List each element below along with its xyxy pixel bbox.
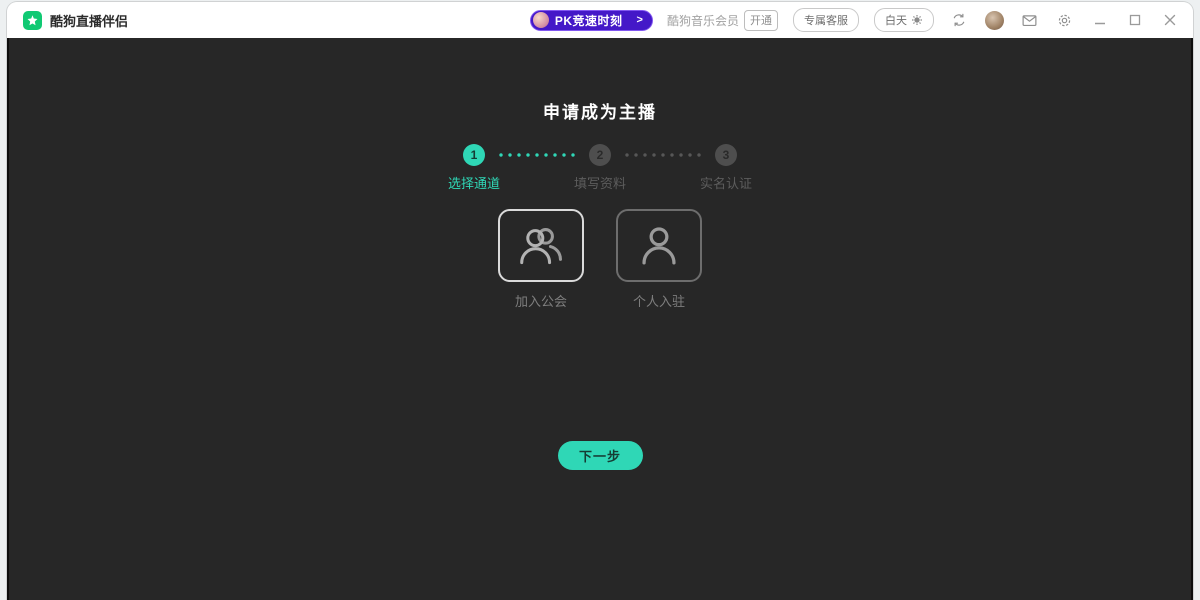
stepper-connector-2 xyxy=(621,153,705,157)
pk-race-banner[interactable]: PK竞速时刻 > xyxy=(530,10,653,31)
support-label: 专属客服 xyxy=(804,12,848,28)
stepper: 1 2 3 xyxy=(463,144,737,166)
theme-toggle[interactable]: 白天 xyxy=(874,8,934,32)
step-3-circle: 3 xyxy=(715,144,737,166)
apply-panel: 申请成为主播 1 2 3 选择通道 填写资料 实名认证 xyxy=(9,38,1191,470)
sun-icon xyxy=(911,14,923,26)
step-1-label: 选择通道 xyxy=(411,173,537,192)
step-1-circle: 1 xyxy=(463,144,485,166)
app-window: 酷狗直播伴侣 PK竞速时刻 > 酷狗音乐会员 开通 专属客服 白天 xyxy=(7,2,1193,600)
music-member-area: 酷狗音乐会员 开通 xyxy=(667,10,778,31)
chevron-right-icon: > xyxy=(637,14,643,26)
pk-avatar xyxy=(533,12,549,28)
option-individual[interactable]: 个人入驻 xyxy=(616,209,702,310)
stepper-connector-1 xyxy=(495,153,579,157)
member-label: 酷狗音乐会员 xyxy=(667,12,739,29)
option-join-guild[interactable]: 加入公会 xyxy=(498,209,584,310)
step-2-circle: 2 xyxy=(589,144,611,166)
kugou-logo-icon xyxy=(23,11,42,30)
channel-options: 加入公会 个人入驻 xyxy=(498,209,702,310)
theme-label: 白天 xyxy=(885,12,907,28)
close-icon[interactable] xyxy=(1161,11,1179,29)
join-guild-label: 加入公会 xyxy=(515,291,567,310)
single-person-icon xyxy=(636,223,682,269)
minimize-icon[interactable] xyxy=(1091,11,1109,29)
pk-banner-label: PK竞速时刻 xyxy=(555,12,623,29)
step-2-label: 填写资料 xyxy=(537,173,663,192)
member-activate-button[interactable]: 开通 xyxy=(744,10,778,31)
stepper-labels: 选择通道 填写资料 实名认证 xyxy=(411,173,789,192)
app-title: 酷狗直播伴侣 xyxy=(50,11,128,30)
maximize-icon[interactable] xyxy=(1126,11,1144,29)
page-title: 申请成为主播 xyxy=(543,98,657,123)
avatar-image xyxy=(985,11,1004,30)
support-button[interactable]: 专属客服 xyxy=(793,8,859,32)
refresh-icon[interactable] xyxy=(949,10,969,30)
group-people-icon xyxy=(516,223,566,269)
main-content: 申请成为主播 1 2 3 选择通道 填写资料 实名认证 xyxy=(7,38,1193,600)
next-step-button[interactable]: 下一步 xyxy=(558,441,643,470)
settings-gear-icon[interactable] xyxy=(1054,10,1074,30)
individual-card[interactable] xyxy=(616,209,702,282)
titlebar: 酷狗直播伴侣 PK竞速时刻 > 酷狗音乐会员 开通 专属客服 白天 xyxy=(7,2,1193,38)
step-3-label: 实名认证 xyxy=(663,173,789,192)
user-avatar[interactable] xyxy=(984,10,1004,30)
individual-label: 个人入驻 xyxy=(633,291,685,310)
mail-icon[interactable] xyxy=(1019,10,1039,30)
join-guild-card[interactable] xyxy=(498,209,584,282)
